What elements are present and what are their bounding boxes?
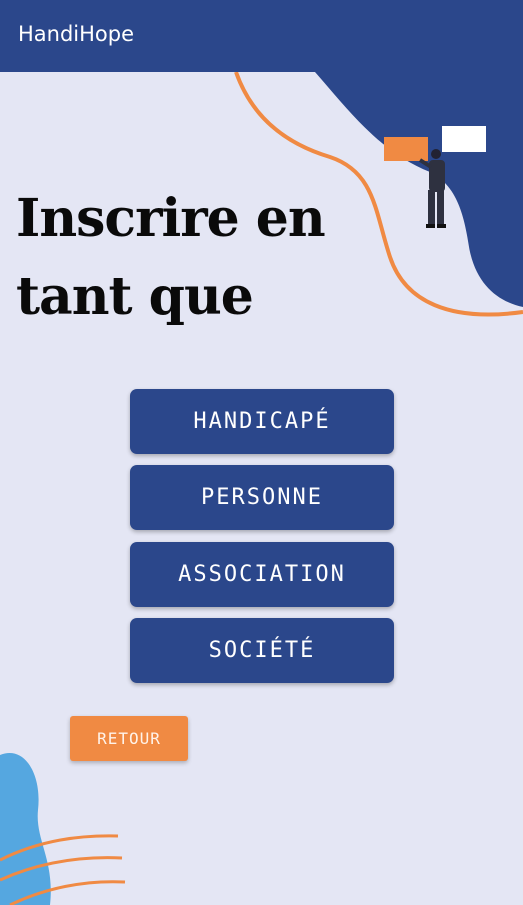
personne-button[interactable]: PERSONNE — [130, 465, 394, 530]
app-title: HandiHope — [18, 22, 135, 46]
white-board-shape — [442, 126, 486, 152]
app-bar: HandiHope — [0, 0, 523, 72]
person-figure-icon — [418, 149, 446, 228]
societe-button[interactable]: SOCIÉTÉ — [130, 618, 394, 683]
light-blue-blob-shape — [0, 753, 51, 905]
association-button[interactable]: ASSOCIATION — [130, 542, 394, 607]
footer-illustration — [0, 753, 126, 905]
page-title-line-2: tant que — [16, 266, 254, 327]
orange-board-shape — [384, 137, 428, 161]
page-title: Inscrire en tant que — [16, 180, 326, 336]
handicape-button[interactable]: HANDICAPÉ — [130, 389, 394, 454]
page-title-line-1: Inscrire en — [16, 188, 326, 249]
blue-blob-shape — [315, 72, 523, 307]
